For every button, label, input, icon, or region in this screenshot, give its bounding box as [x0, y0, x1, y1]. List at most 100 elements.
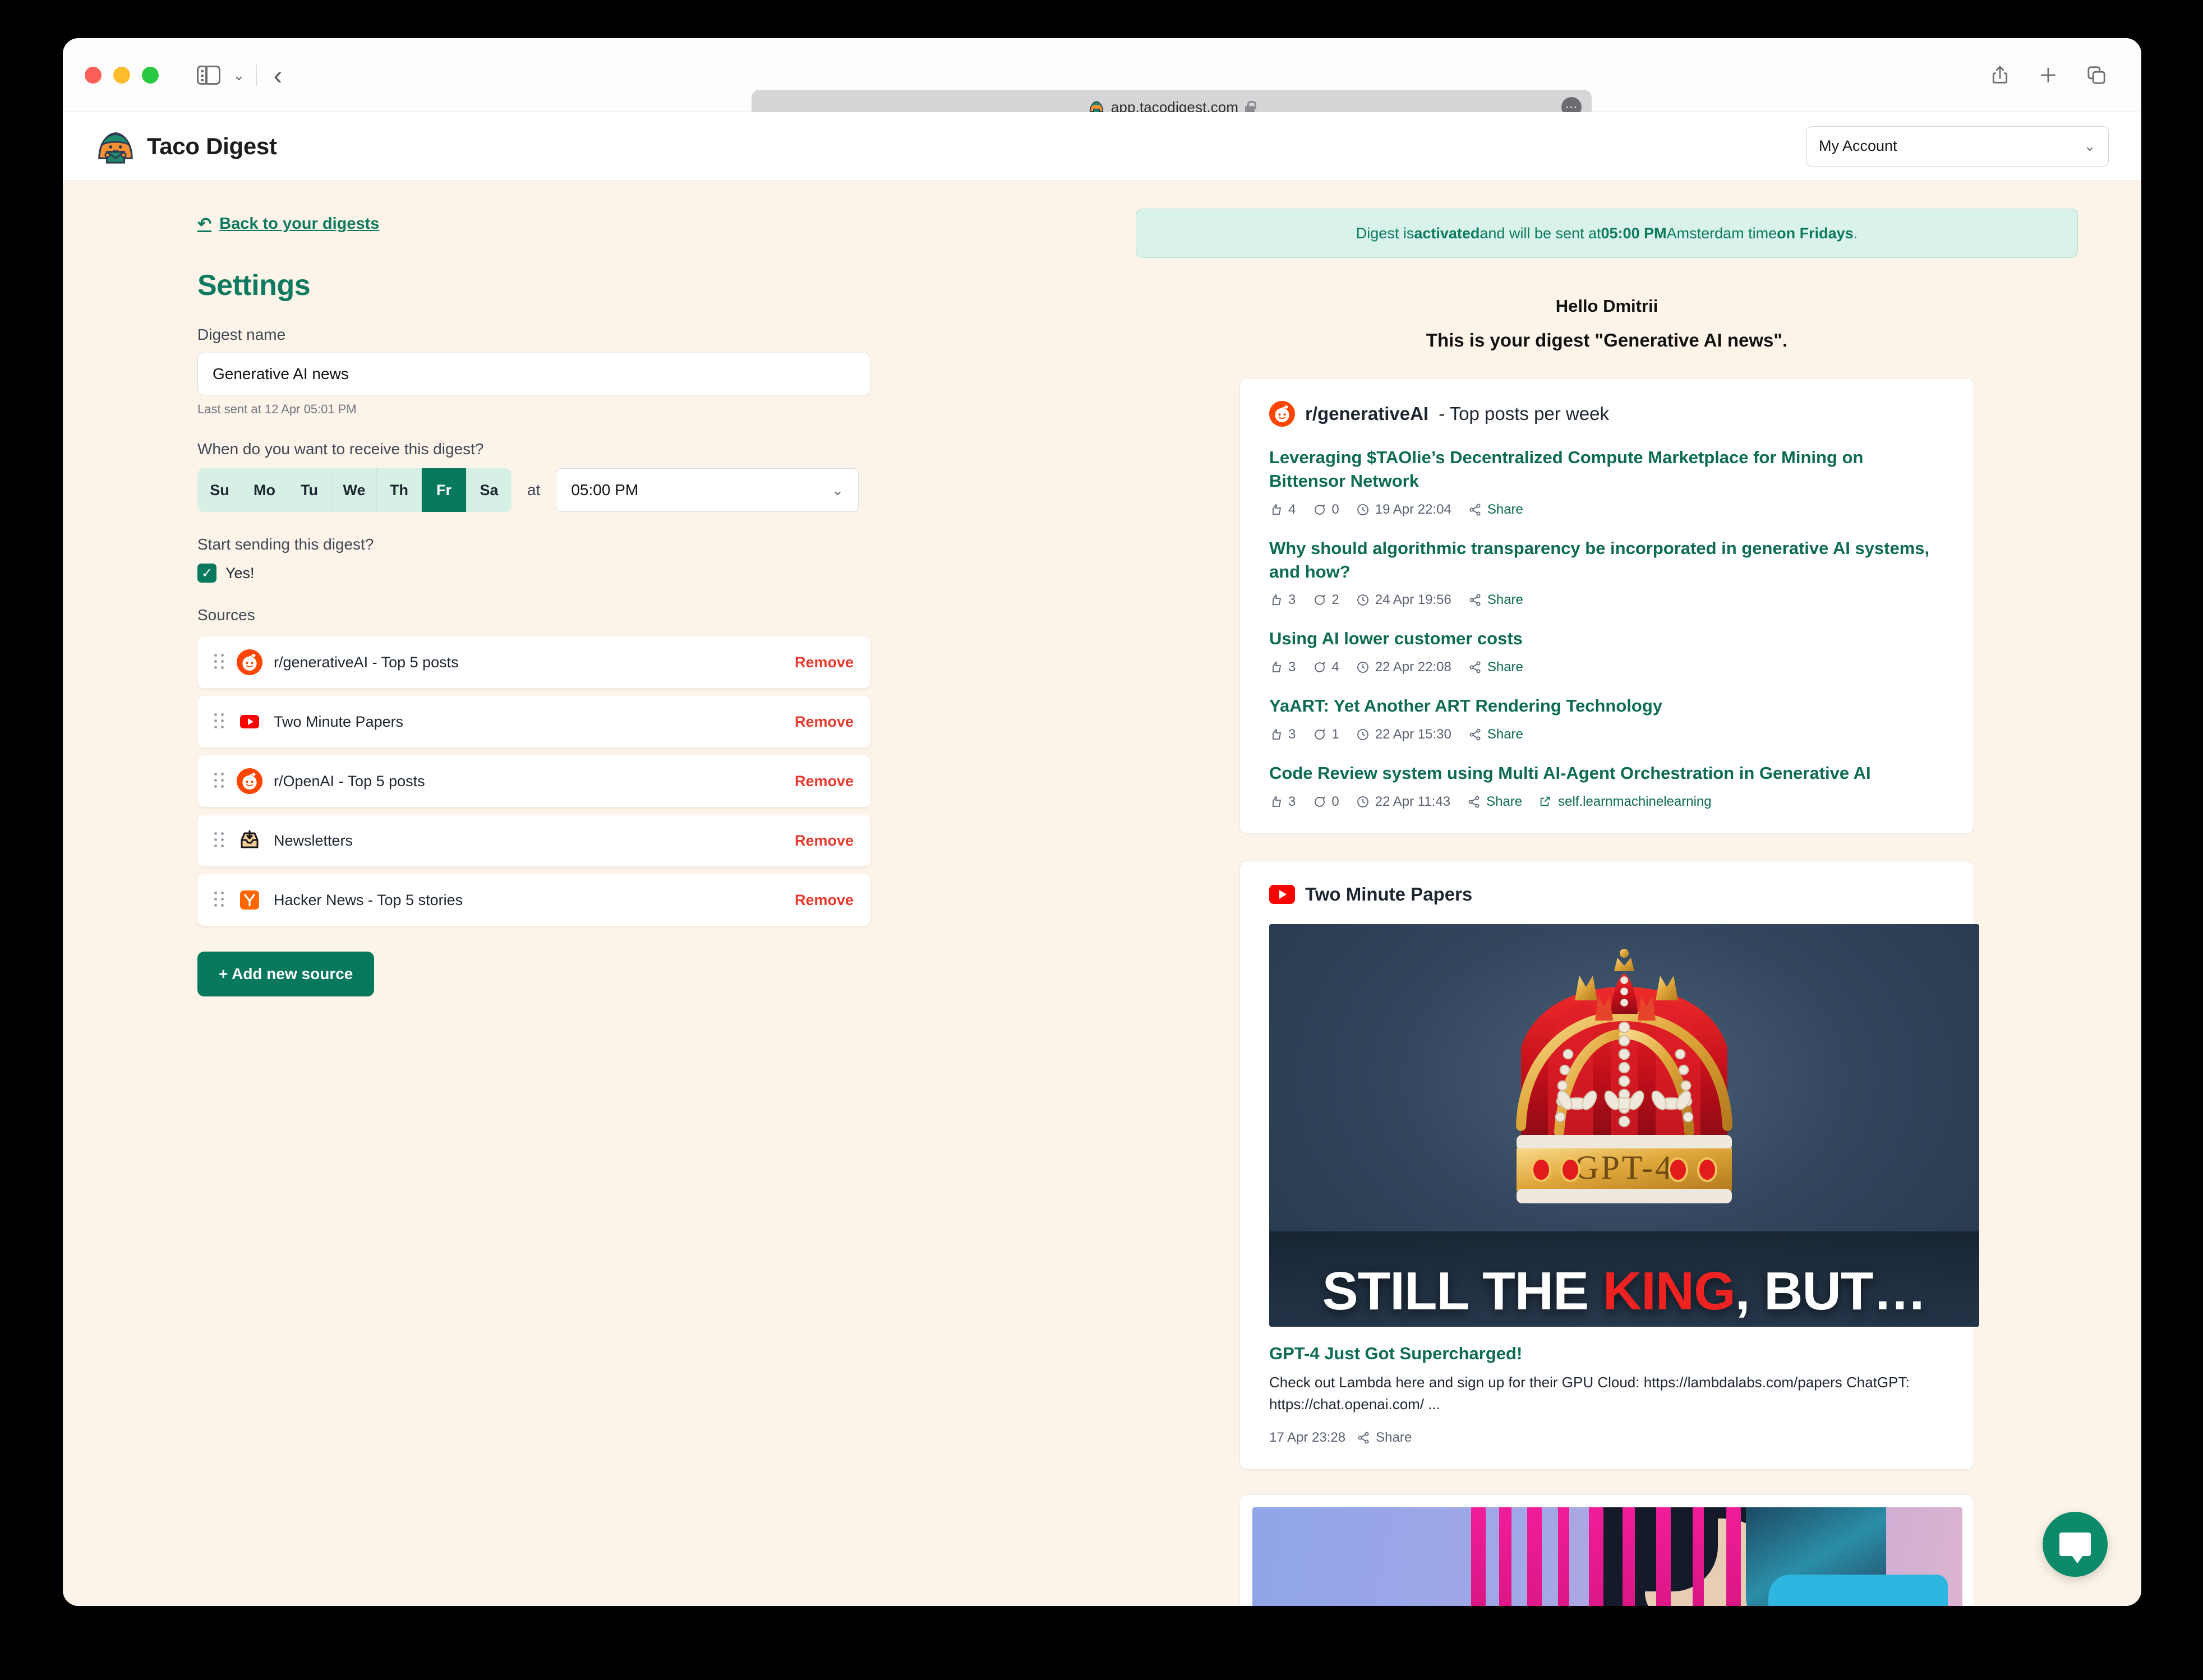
source-row-two-minute-papers[interactable]: Two Minute Papers Remove — [197, 696, 870, 747]
hair-lock — [1623, 1507, 1635, 1606]
digest-name-label: Digest name — [197, 326, 286, 343]
drag-handle-icon[interactable] — [214, 713, 224, 730]
add-new-source-button[interactable]: + Add new source — [197, 952, 375, 996]
post-share-link[interactable]: Share — [1486, 794, 1522, 810]
remove-source-button[interactable]: Remove — [795, 773, 854, 790]
share-icon — [1467, 795, 1481, 809]
remove-source-button[interactable]: Remove — [795, 713, 854, 731]
next-video-thumbnail[interactable] — [1252, 1507, 1962, 1606]
digest-name-input[interactable]: Generative AI news — [197, 353, 870, 395]
post-time: 24 Apr 19:56 — [1375, 592, 1451, 608]
drag-handle-icon[interactable] — [214, 773, 224, 790]
brand-logo-group[interactable]: Taco Digest — [96, 129, 277, 164]
tab-overview-icon[interactable] — [2085, 64, 2108, 86]
source-name: Hacker News - Top 5 stories — [274, 891, 463, 908]
hair-lock — [1693, 1507, 1704, 1606]
source-name: r/OpenAI - Top 5 posts — [274, 772, 425, 790]
source-row-newsletters[interactable]: Newsletters Remove — [197, 815, 870, 866]
chat-support-button[interactable] — [2043, 1512, 2108, 1577]
drag-handle-icon[interactable] — [214, 654, 224, 671]
day-button-su[interactable]: Su — [197, 468, 242, 512]
clock-icon — [1356, 661, 1370, 674]
source-row-reddit-generativeai[interactable]: r/generativeAI - Top 5 posts Remove — [197, 636, 870, 688]
post-source-link[interactable]: self.learnmachinelearning — [1558, 794, 1712, 810]
back-to-digests-link[interactable]: ↶ Back to your digests — [197, 214, 1072, 234]
brand-title: Taco Digest — [147, 132, 277, 159]
post-comments: 4 — [1331, 659, 1339, 675]
day-button-fr[interactable]: Fr — [422, 468, 467, 512]
post-upvotes: 3 — [1288, 592, 1296, 608]
taco-logo-icon — [96, 129, 135, 164]
post-share-link[interactable]: Share — [1487, 592, 1523, 608]
day-button-mo[interactable]: Mo — [242, 468, 287, 512]
shoulder-shape — [1768, 1574, 1948, 1606]
post-title-link[interactable]: Code Review system using Multi AI-Agent … — [1269, 761, 1944, 785]
post-comments: 0 — [1331, 793, 1339, 809]
post-share-link[interactable]: Share — [1487, 727, 1523, 742]
drag-handle-icon[interactable] — [214, 892, 224, 908]
day-button-we[interactable]: We — [332, 468, 377, 512]
day-button-sa[interactable]: Sa — [467, 468, 511, 512]
digest-card-youtube: Two Minute Papers GPT-4 STILL THE KING, … — [1239, 860, 1979, 1470]
video-share-link[interactable]: Share — [1376, 1430, 1412, 1446]
app-header: Taco Digest My Account ⌄ — [63, 112, 2141, 181]
source-name: Two Minute Papers — [274, 713, 404, 730]
reddit-icon — [237, 649, 262, 675]
video-time: 17 Apr 23:28 — [1269, 1429, 1346, 1445]
share-icon — [1357, 1431, 1370, 1444]
inbox-icon — [237, 828, 262, 853]
source-row-reddit-openai[interactable]: r/OpenAI - Top 5 posts Remove — [197, 755, 870, 807]
post-title-link[interactable]: Why should algorithmic transparency be i… — [1269, 537, 1944, 584]
video-title-link[interactable]: GPT-4 Just Got Supercharged! — [1269, 1344, 1944, 1364]
remove-source-button[interactable]: Remove — [795, 654, 854, 671]
drag-handle-icon[interactable] — [214, 832, 224, 849]
youtube-icon — [1269, 884, 1295, 904]
source-name: Newsletters — [274, 832, 353, 849]
share-icon — [1468, 661, 1482, 674]
post-share-link[interactable]: Share — [1487, 502, 1523, 518]
close-window-button[interactable] — [85, 66, 102, 84]
schedule-question-label: When do you want to receive this digest? — [197, 440, 484, 458]
undo-arrow-icon: ↶ — [197, 215, 212, 233]
status-banner: Digest is activated and will be sent at … — [1136, 209, 2078, 258]
remove-source-button[interactable]: Remove — [795, 832, 854, 850]
post-upvotes: 3 — [1288, 659, 1296, 675]
post-item: YaART: Yet Another ART Rendering Technol… — [1269, 694, 1944, 742]
reddit-icon — [1269, 401, 1295, 427]
hair-lock — [1499, 1507, 1511, 1606]
post-title-link[interactable]: Leveraging $TAOlie’s Decentralized Compu… — [1269, 446, 1944, 493]
post-meta: 3 1 22 Apr 15:30 Share — [1269, 727, 1944, 742]
source-name: r/generativeAI - Top 5 posts — [274, 653, 459, 671]
post-meta: 3 0 22 Apr 11:43 Share self.learnmachine… — [1269, 794, 1944, 810]
account-dropdown[interactable]: My Account ⌄ — [1806, 126, 2109, 167]
post-share-link[interactable]: Share — [1487, 659, 1523, 675]
source-row-hacker-news[interactable]: Hacker News - Top 5 stories Remove — [197, 874, 870, 926]
day-button-tu[interactable]: Tu — [287, 468, 332, 512]
hair-lock — [1558, 1507, 1569, 1606]
caption-king: KING — [1602, 1261, 1736, 1321]
settings-panel: ↶ Back to your digests Settings Digest n… — [63, 181, 1072, 1606]
day-button-th[interactable]: Th — [377, 468, 422, 512]
plus-icon[interactable] — [2037, 64, 2059, 86]
hair-lock — [1589, 1507, 1603, 1606]
card-header: r/generativeAI - Top posts per week — [1269, 401, 1944, 427]
remove-source-button[interactable]: Remove — [795, 892, 854, 909]
time-select[interactable]: 05:00 PM ⌄ — [556, 468, 859, 512]
comment-icon — [1312, 728, 1326, 741]
post-title-link[interactable]: Using AI lower customer costs — [1269, 627, 1944, 650]
minimize-window-button[interactable] — [113, 66, 130, 84]
reddit-icon — [237, 768, 262, 794]
post-title-link[interactable]: YaART: Yet Another ART Rendering Technol… — [1269, 694, 1944, 718]
thumbs-up-icon — [1269, 728, 1283, 741]
video-thumbnail[interactable]: GPT-4 STILL THE KING, BUT… — [1269, 924, 1979, 1327]
sidebar-toggle-button[interactable]: ⌄ — [197, 65, 245, 85]
share-icon[interactable] — [1989, 64, 2011, 86]
start-sending-checkbox-row[interactable]: ✓ Yes! — [197, 564, 1072, 583]
card-title-rest: - Top posts per week — [1439, 403, 1609, 424]
start-sending-checkbox[interactable]: ✓ — [197, 564, 216, 583]
chevron-down-icon[interactable]: ⌄ — [233, 68, 245, 82]
maximize-window-button[interactable] — [142, 66, 159, 84]
chat-bubble-icon — [2059, 1533, 2091, 1563]
back-chevron-icon[interactable]: ‹ — [274, 62, 282, 88]
caption-pre: STILL THE — [1322, 1261, 1603, 1321]
